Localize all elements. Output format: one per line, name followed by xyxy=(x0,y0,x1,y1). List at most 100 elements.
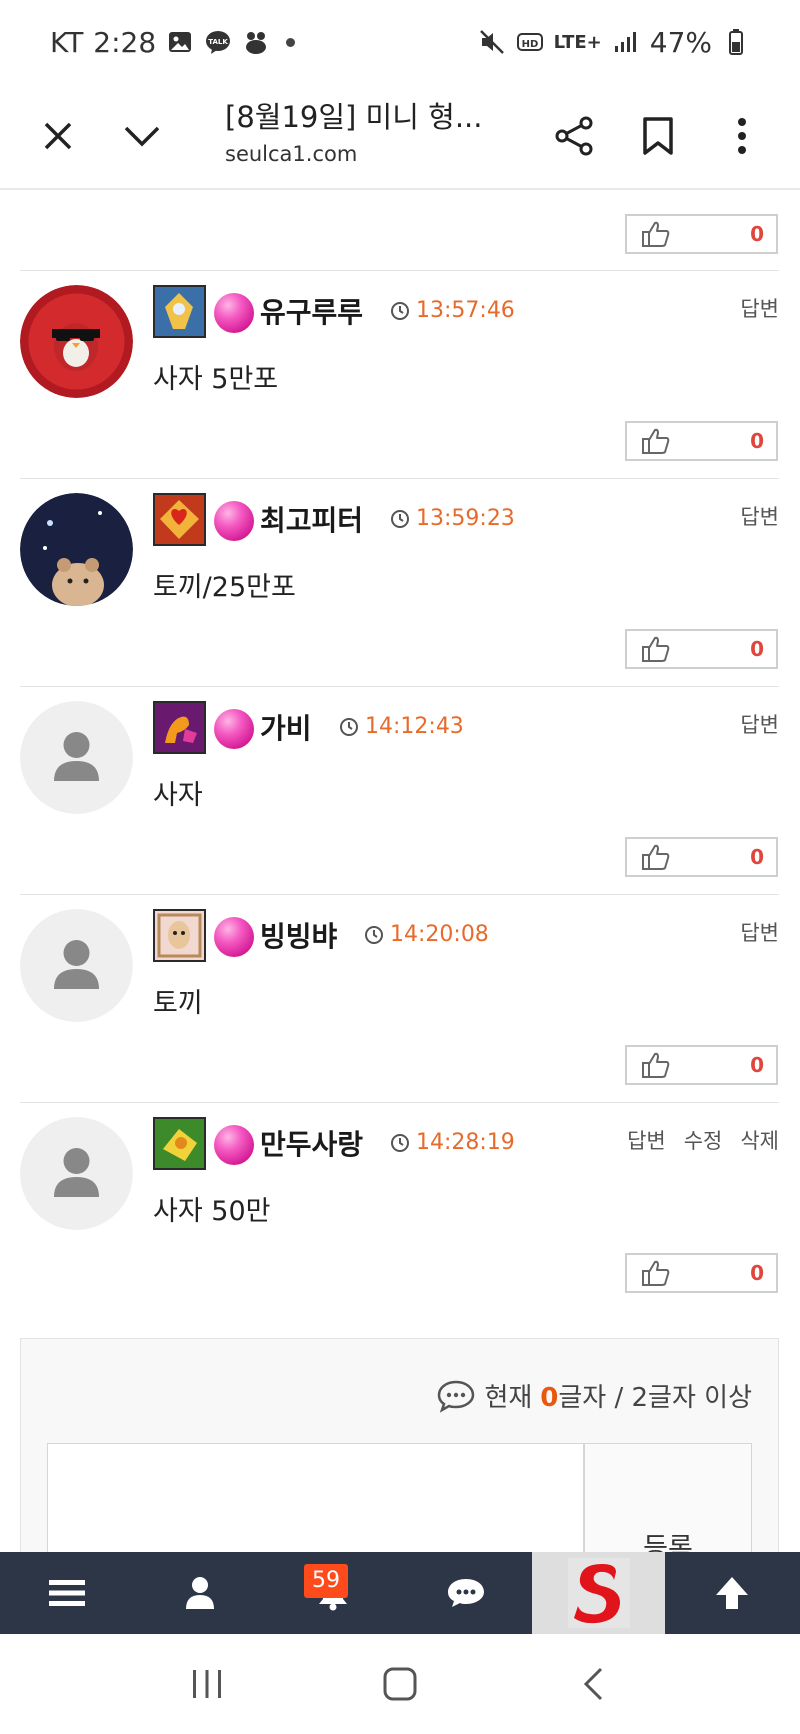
back-button[interactable] xyxy=(563,1654,623,1714)
more-notifications-dot xyxy=(286,37,296,47)
more-vertical-icon xyxy=(738,118,746,154)
comment-body: 사자 xyxy=(153,780,203,811)
like-button[interactable]: 0 xyxy=(625,629,778,669)
like-count: 0 xyxy=(750,845,764,869)
comment-body: 사자 5만포 xyxy=(153,364,279,395)
reply-button[interactable]: 답변 xyxy=(740,501,779,531)
like-count: 0 xyxy=(750,222,764,246)
mute-icon xyxy=(479,30,504,54)
nickname[interactable]: 빙빙뱌 xyxy=(260,915,337,955)
candy-badge-icon xyxy=(214,293,254,333)
nickname[interactable]: 만두사랑 xyxy=(260,1123,363,1163)
android-nav-bar xyxy=(0,1634,800,1734)
battery-icon xyxy=(729,29,743,55)
signal-icon xyxy=(614,32,636,52)
comment-actions: 답변 수정 삭제 xyxy=(627,1125,779,1155)
candy-badge-icon xyxy=(214,709,254,749)
comment-actions: 답변 xyxy=(740,501,779,531)
time-text: 14:20:08 xyxy=(390,922,489,947)
network-type: LTE+ xyxy=(553,31,602,53)
candy-badge-icon xyxy=(214,917,254,957)
reply-button[interactable]: 답변 xyxy=(627,1125,666,1155)
delete-button[interactable]: 삭제 xyxy=(740,1125,779,1155)
nickname[interactable]: 가비 xyxy=(260,707,312,747)
kakaotalk-icon: TALK xyxy=(206,31,231,54)
comment-body: 토끼 xyxy=(153,988,203,1019)
page-url[interactable]: seulca1.com xyxy=(225,142,357,166)
char-counter: 현재 0글자 / 2글자 이상 xyxy=(436,1377,752,1414)
recent-apps-button[interactable] xyxy=(177,1654,237,1714)
hamburger-icon xyxy=(48,1580,85,1606)
default-avatar-icon xyxy=(20,1117,133,1230)
like-count: 0 xyxy=(750,1053,764,1077)
home-button[interactable] xyxy=(370,1654,430,1714)
reply-button[interactable]: 답변 xyxy=(740,293,779,323)
chevron-down-icon xyxy=(124,126,160,147)
comment-time: 13:59:23 xyxy=(390,506,515,531)
avatar[interactable] xyxy=(20,285,133,398)
nickname[interactable]: 유구루루 xyxy=(260,291,363,331)
time-text: 14:12:43 xyxy=(365,714,464,739)
clock-icon xyxy=(391,301,409,320)
site-logo-button[interactable] xyxy=(532,1552,665,1634)
like-button[interactable]: 0 xyxy=(625,837,778,877)
status-right: HD LTE+ 47% xyxy=(478,26,750,59)
avatar[interactable] xyxy=(20,701,133,814)
comment-write-box: 현재 0글자 / 2글자 이상 등록 xyxy=(20,1338,779,1552)
like-button[interactable]: 0 xyxy=(625,1253,778,1293)
gallery-icon xyxy=(169,32,192,52)
page-title: [8월19일] 미니 형... xyxy=(225,100,483,134)
arrow-up-icon xyxy=(715,1577,748,1609)
reply-button[interactable]: 답변 xyxy=(740,917,779,947)
thumbs-up-icon xyxy=(642,1260,670,1286)
clock-icon xyxy=(391,1133,409,1152)
like-count: 0 xyxy=(750,429,764,453)
reply-button[interactable]: 답변 xyxy=(740,709,779,739)
like-button[interactable]: 0 xyxy=(625,421,778,461)
comment-time: 14:28:19 xyxy=(390,1130,515,1155)
nickname[interactable]: 최고피터 xyxy=(260,499,363,539)
share-icon xyxy=(555,116,593,156)
level-icon xyxy=(153,909,206,962)
status-left: KT 2:28 TALK xyxy=(50,26,296,59)
user-icon xyxy=(185,1577,214,1609)
close-tab-button[interactable] xyxy=(28,106,88,166)
avatar[interactable] xyxy=(20,909,133,1022)
share-button[interactable] xyxy=(545,106,605,166)
browser-toolbar: [8월19일] 미니 형... seulca1.com xyxy=(0,84,800,190)
comment-textarea[interactable] xyxy=(47,1443,584,1552)
close-icon xyxy=(44,122,72,150)
scroll-top-button[interactable] xyxy=(665,1552,798,1634)
menu-button[interactable] xyxy=(0,1552,133,1634)
level-icon xyxy=(153,1117,206,1170)
speech-bubble-icon xyxy=(438,1380,475,1413)
thumbs-up-icon xyxy=(642,844,670,870)
counter-value: 0 xyxy=(540,1383,559,1413)
profile-button[interactable] xyxy=(133,1552,266,1634)
comment-item: 최고피터 13:59:23 답변 토끼/25만포 0 xyxy=(20,478,779,686)
time-text: 14:28:19 xyxy=(416,1130,515,1155)
hd-voice-icon: HD xyxy=(516,33,543,51)
submit-button[interactable]: 등록 xyxy=(584,1443,752,1552)
level-icon xyxy=(153,493,206,546)
notifications-button[interactable]: 59 xyxy=(266,1552,399,1634)
chat-button[interactable] xyxy=(399,1552,532,1634)
like-button[interactable]: 0 xyxy=(625,1045,778,1085)
like-button[interactable]: 0 xyxy=(625,214,778,254)
edit-button[interactable]: 수정 xyxy=(684,1125,723,1155)
comment-time: 14:20:08 xyxy=(364,922,489,947)
more-options-button[interactable] xyxy=(712,106,772,166)
avatar[interactable] xyxy=(20,493,133,606)
candy-badge-icon xyxy=(214,501,254,541)
counter-prefix: 현재 xyxy=(484,1383,533,1413)
comment-body: 토끼/25만포 xyxy=(153,572,296,603)
bookmark-button[interactable] xyxy=(628,106,688,166)
clock-icon xyxy=(391,509,409,528)
minimize-button[interactable] xyxy=(112,106,172,166)
counter-suffix: 글자 / 2글자 이상 xyxy=(558,1383,752,1413)
svg-text:TALK: TALK xyxy=(208,38,228,46)
recent-apps-icon xyxy=(192,1670,221,1698)
avatar[interactable] xyxy=(20,1117,133,1230)
comment-body: 사자 50만 xyxy=(153,1196,271,1227)
comment-item: 가비 14:12:43 답변 사자 0 xyxy=(20,686,779,894)
